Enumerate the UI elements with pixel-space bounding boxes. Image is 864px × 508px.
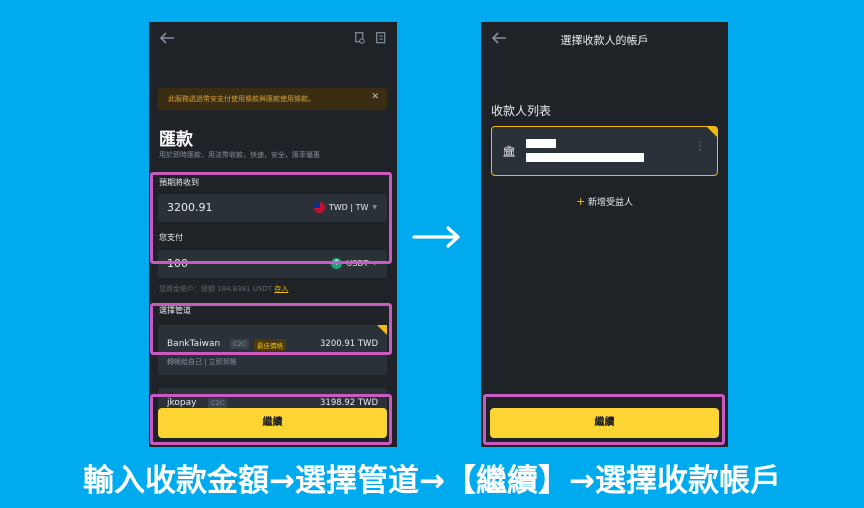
plus-icon: + xyxy=(575,195,586,208)
back-arrow-icon[interactable] xyxy=(159,31,175,45)
channel-option-banktaiwan[interactable]: BankTaiwan C2C 最佳價格 3200.91 TWD 轉帳給自己 | … xyxy=(158,325,387,375)
more-icon[interactable]: ⋮ xyxy=(695,141,705,152)
top-bar: 選擇收款人的帳戶 xyxy=(481,22,728,56)
check-corner-icon xyxy=(707,127,717,137)
check-corner-icon xyxy=(377,325,387,335)
pay-amount-field[interactable]: 100 USDT ▼ xyxy=(158,250,387,278)
bank-icon: 🏛 xyxy=(502,145,516,158)
channel-name: jkopay xyxy=(167,398,197,408)
receive-currency-select[interactable]: TWD | TW ▼ xyxy=(313,202,377,213)
page-title: 匯款 xyxy=(159,130,193,150)
notice-text: 此服務透過幣安支付使用條款與匯款使用條款。 xyxy=(168,95,315,103)
pay-label: 您支付 xyxy=(159,233,183,242)
channel-description: 轉帳給自己 | 立即到帳 xyxy=(167,358,237,366)
receive-amount-value: 3200.91 xyxy=(167,201,213,214)
redacted-account xyxy=(526,153,644,162)
best-price-badge: 最佳價格 xyxy=(254,339,286,351)
chevron-down-icon: ▼ xyxy=(372,260,377,267)
caption: 輸入收款金額→選擇管道→【繼續】→選擇收款帳戶 xyxy=(83,463,781,499)
redacted-name xyxy=(526,139,556,148)
channel-amount: 3198.92 TWD xyxy=(320,398,378,408)
close-icon[interactable]: ✕ xyxy=(371,92,379,102)
add-payee-label: 新增受益人 xyxy=(588,198,634,208)
continue-button[interactable]: 繼續 xyxy=(490,408,719,438)
continue-button[interactable]: 繼續 xyxy=(158,408,387,438)
page-subtitle: 用於即時匯款，用法幣收款，快速，安全，匯率優惠 xyxy=(159,151,320,159)
channel-amount: 3200.91 TWD xyxy=(320,339,378,349)
available-balance: 您資金帳戶：餘額 184.8381 USDT 存入 xyxy=(159,284,288,294)
payee-list-label: 收款人列表 xyxy=(491,104,552,118)
history-icon[interactable] xyxy=(355,32,365,44)
available-balance-text: 您資金帳戶：餘額 184.8381 USDT xyxy=(159,285,273,293)
receive-label: 預期將收到 xyxy=(159,178,199,187)
pay-currency-select[interactable]: USDT ▼ xyxy=(331,257,377,269)
usdt-icon xyxy=(331,257,343,269)
pay-currency-label: USDT xyxy=(346,259,369,268)
receive-currency-label: TWD | TW xyxy=(328,203,369,212)
right-arrow-icon xyxy=(412,226,460,248)
channel-tag: C2C xyxy=(230,339,250,349)
channel-name: BankTaiwan xyxy=(167,339,221,349)
channel-label: 選擇管道 xyxy=(159,306,191,315)
top-bar xyxy=(149,22,397,56)
receipt-icon[interactable] xyxy=(376,32,386,44)
pay-amount-value: 100 xyxy=(167,257,188,270)
receive-amount-field[interactable]: 3200.91 TWD | TW ▼ xyxy=(158,194,387,222)
add-payee-button[interactable]: + 新增受益人 xyxy=(481,195,728,208)
payee-account-card[interactable]: 🏛 ⋮ xyxy=(491,126,718,176)
chevron-down-icon: ▼ xyxy=(372,204,377,211)
select-payee-screen: 選擇收款人的帳戶 收款人列表 🏛 ⋮ + 新增受益人 繼續 xyxy=(481,22,728,447)
deposit-link[interactable]: 存入 xyxy=(274,285,288,293)
page-title: 選擇收款人的帳戶 xyxy=(560,34,649,47)
channel-tag: C2C xyxy=(208,398,228,408)
remittance-screen: 此服務透過幣安支付使用條款與匯款使用條款。 ✕ 匯款 用於即時匯款，用法幣收款，… xyxy=(149,22,397,447)
taiwan-flag-icon xyxy=(313,202,325,213)
terms-notice: 此服務透過幣安支付使用條款與匯款使用條款。 ✕ xyxy=(158,88,387,110)
